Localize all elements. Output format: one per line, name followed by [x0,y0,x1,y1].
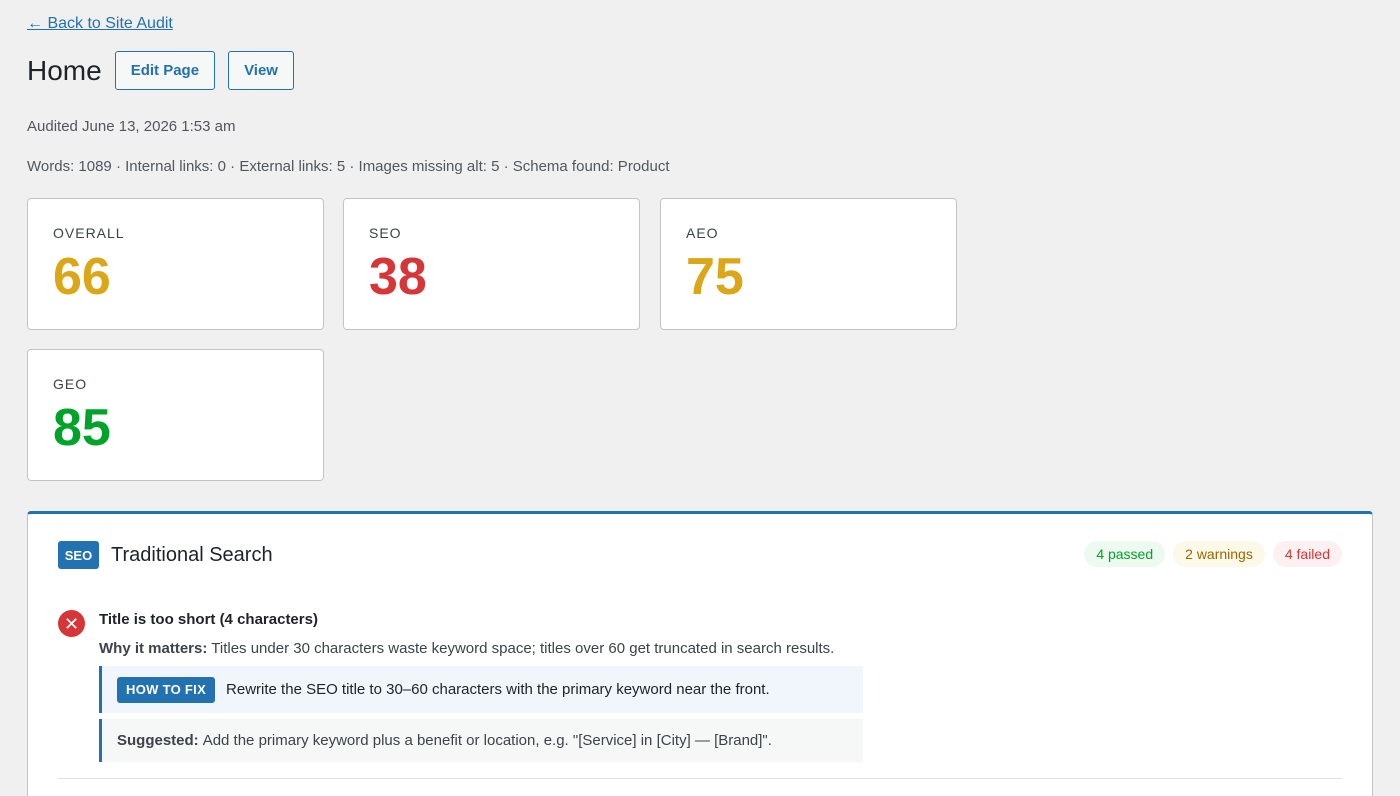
score-value: 85 [53,399,111,457]
audit-timestamp: Audited June 13, 2026 1:53 am [27,118,236,135]
score-label: SEO [369,225,402,241]
issue-why-it-matters: Why it matters: Titles under 30 characte… [99,640,834,657]
how-to-fix-box: HOW TO FIX Rewrite the SEO title to 30–6… [99,666,863,713]
score-value: 38 [369,248,427,306]
page-title: Home [27,54,102,86]
why-label: Why it matters: [99,640,208,657]
score-card-overall: OVERALL 66 [27,198,324,330]
how-to-fix-tag: HOW TO FIX [117,676,216,703]
issue-title: Title is too short (4 characters) [99,611,318,628]
fix-text: Rewrite the SEO title to 30–60 character… [226,681,770,698]
traditional-search-panel: SEO Traditional Search 4 passed 2 warnin… [27,511,1373,796]
error-icon: ✕ [58,610,85,637]
passed-count-badge[interactable]: 4 passed [1084,541,1166,567]
score-label: GEO [53,376,88,392]
panel-header: SEO Traditional Search [58,541,273,569]
view-button[interactable]: View [228,51,294,90]
score-card-aeo: AEO 75 [660,198,957,330]
result-summary: 4 passed 2 warnings 4 failed [1084,541,1342,567]
failed-count-badge[interactable]: 4 failed [1272,541,1342,567]
page-stats: Words: 1089 · Internal links: 0 · Extern… [27,158,670,175]
score-label: AEO [686,225,719,241]
panel-title: Traditional Search [111,543,273,566]
back-to-site-audit-link[interactable]: ← Back to Site Audit [27,15,173,33]
page-header: Home Edit Page View [27,51,307,90]
score-value: 66 [53,248,111,306]
seo-badge: SEO [58,541,99,569]
divider [58,778,1342,779]
score-value: 75 [686,248,744,306]
why-text: Titles under 30 characters waste keyword… [207,640,835,657]
score-card-geo: GEO 85 [27,349,324,481]
suggested-label: Suggested: [117,732,199,749]
score-card-seo: SEO 38 [343,198,640,330]
suggested-text: Add the primary keyword plus a benefit o… [202,732,772,749]
score-label: OVERALL [53,225,125,241]
edit-page-button[interactable]: Edit Page [114,51,216,90]
suggestion-box: Suggested: Add the primary keyword plus … [99,719,863,762]
warnings-count-badge[interactable]: 2 warnings [1173,541,1265,567]
